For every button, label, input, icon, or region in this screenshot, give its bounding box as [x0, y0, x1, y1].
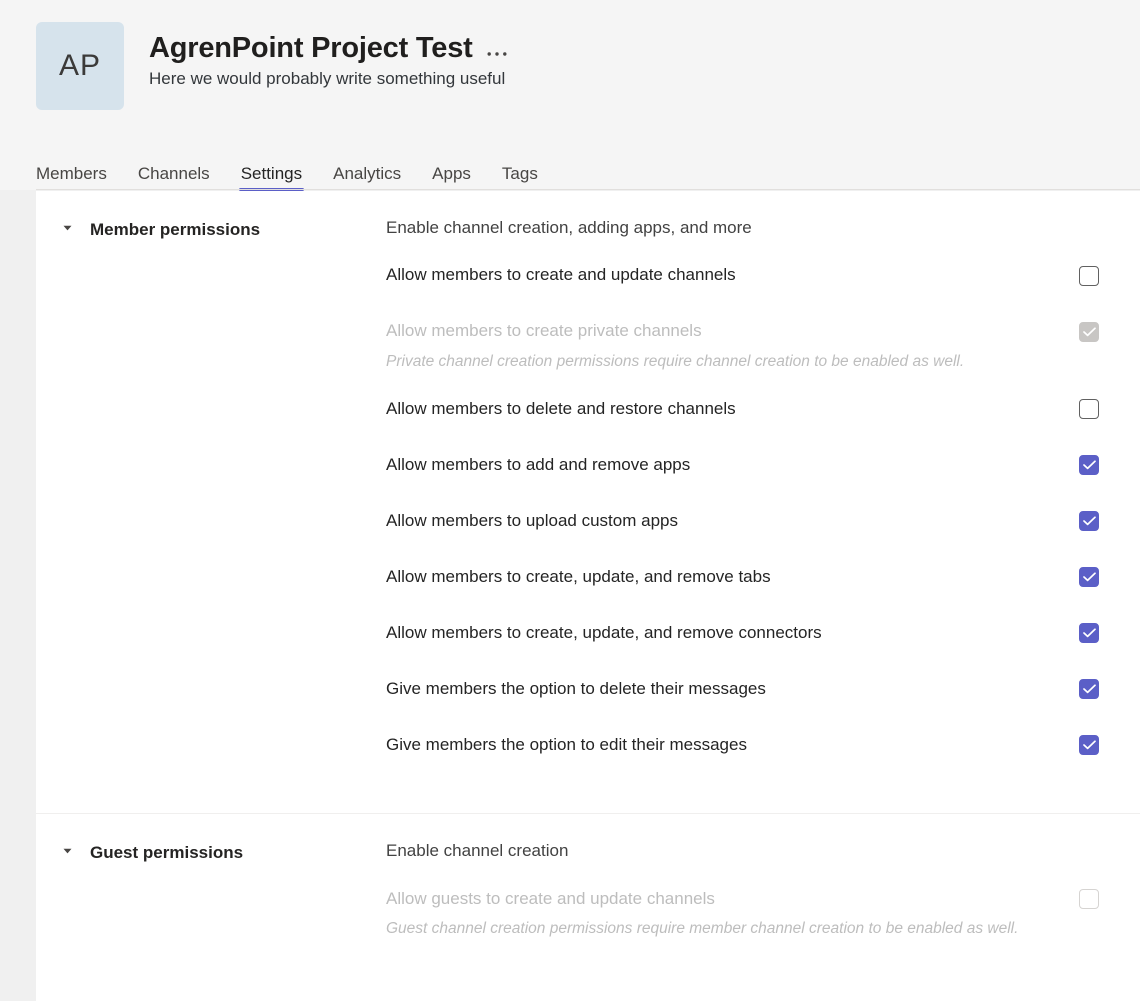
- permission-checkbox[interactable]: [1079, 679, 1099, 699]
- check-icon: [1083, 327, 1096, 337]
- permission-label: Allow members to create, update, and rem…: [386, 622, 842, 645]
- permission-row[interactable]: Allow members to create and update chann…: [386, 248, 1099, 304]
- permission-label: Allow members to create and update chann…: [386, 264, 756, 287]
- section-description: Enable channel creation: [386, 840, 1099, 863]
- permission-label: Allow members to create private channels: [386, 320, 722, 343]
- permission-label: Allow members to delete and restore chan…: [386, 398, 756, 421]
- tab-members[interactable]: Members: [36, 165, 107, 190]
- permission-row[interactable]: Allow members to add and remove apps: [386, 437, 1099, 493]
- ellipsis-icon: [487, 51, 507, 57]
- settings-panel: Member permissions Enable channel creati…: [36, 191, 1140, 1001]
- check-icon: [1083, 516, 1096, 526]
- caret-down-icon[interactable]: [58, 225, 76, 231]
- permission-label: Give members the option to edit their me…: [386, 734, 767, 757]
- section-title: Guest permissions: [90, 842, 243, 864]
- permission-row[interactable]: Give members the option to delete their …: [386, 661, 1099, 717]
- permission-row[interactable]: Give members the option to edit their me…: [386, 717, 1099, 773]
- permission-row[interactable]: Allow members to delete and restore chan…: [386, 381, 1099, 437]
- tab-bar: Members Channels Settings Analytics Apps…: [0, 146, 1140, 190]
- section-member-permissions: Member permissions Enable channel creati…: [36, 191, 1140, 813]
- check-icon: [1083, 460, 1096, 470]
- permission-label: Allow members to add and remove apps: [386, 454, 710, 477]
- section-spacer: [386, 773, 1099, 813]
- tab-settings[interactable]: Settings: [241, 165, 302, 190]
- permission-checkbox: [1079, 322, 1099, 342]
- page-title: AgrenPoint Project Test: [149, 33, 473, 65]
- more-options-button[interactable]: [484, 41, 510, 67]
- tab-apps[interactable]: Apps: [432, 165, 471, 190]
- permission-label: Give members the option to delete their …: [386, 678, 786, 701]
- permission-checkbox[interactable]: [1079, 266, 1099, 286]
- permission-checkbox[interactable]: [1079, 455, 1099, 475]
- permission-checkbox[interactable]: [1079, 567, 1099, 587]
- permission-checkbox[interactable]: [1079, 399, 1099, 419]
- permission-label: Allow members to create, update, and rem…: [386, 566, 791, 589]
- permission-checkbox: [1079, 889, 1099, 909]
- avatar-initials: AP: [59, 49, 101, 83]
- caret-down-icon[interactable]: [58, 848, 76, 854]
- tab-analytics[interactable]: Analytics: [333, 165, 401, 190]
- permission-row[interactable]: Allow members to create, update, and rem…: [386, 605, 1099, 661]
- permission-checkbox[interactable]: [1079, 511, 1099, 531]
- permission-row[interactable]: Allow members to create, update, and rem…: [386, 549, 1099, 605]
- permission-row[interactable]: Allow members to upload custom apps: [386, 493, 1099, 549]
- permission-label: Allow guests to create and update channe…: [386, 888, 735, 911]
- check-icon: [1083, 684, 1096, 694]
- team-header: AP AgrenPoint Project Test Here we would…: [0, 0, 1140, 146]
- check-icon: [1083, 740, 1096, 750]
- permission-note: Private channel creation permissions req…: [386, 350, 1096, 374]
- tab-channels[interactable]: Channels: [138, 165, 210, 190]
- permission-checkbox[interactable]: [1079, 735, 1099, 755]
- tab-tags[interactable]: Tags: [502, 165, 538, 190]
- section-guest-permissions: Guest permissions Enable channel creatio…: [36, 813, 1140, 948]
- team-avatar: AP: [36, 22, 124, 110]
- section-title: Member permissions: [90, 219, 260, 241]
- section-description: Enable channel creation, adding apps, an…: [386, 217, 1099, 240]
- check-icon: [1083, 628, 1096, 638]
- check-icon: [1083, 572, 1096, 582]
- permission-checkbox[interactable]: [1079, 623, 1099, 643]
- permission-label: Allow members to upload custom apps: [386, 510, 698, 533]
- team-description: Here we would probably write something u…: [149, 68, 510, 90]
- permission-note: Guest channel creation permissions requi…: [386, 917, 1096, 941]
